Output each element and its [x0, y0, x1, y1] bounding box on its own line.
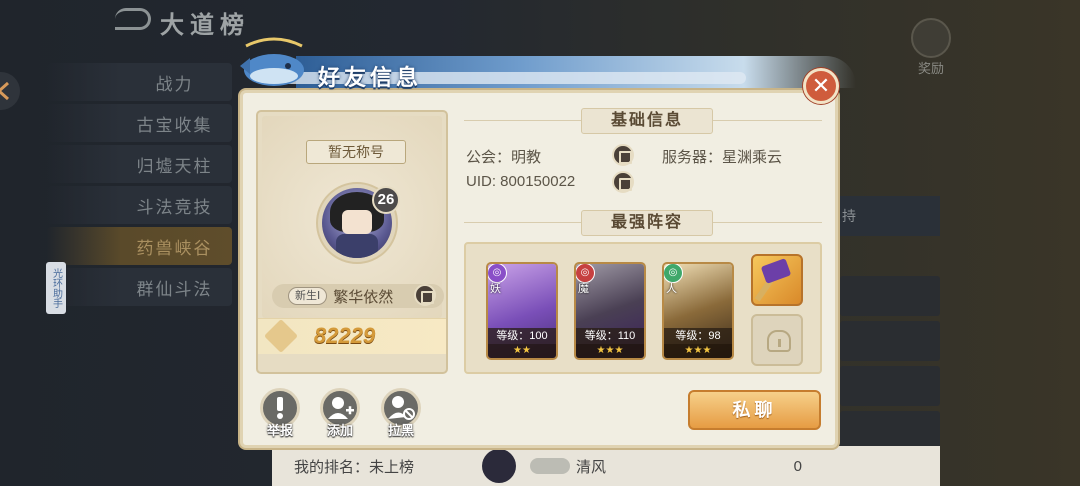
hero-race: 人 [666, 283, 677, 295]
guild-label: 公会：明教 [466, 149, 542, 166]
close-button[interactable]: ✕ [803, 68, 839, 104]
profile-card: 暂无称号 26 新生Ⅰ 繁华依然 82229 [256, 110, 448, 374]
player-name: 繁华依然 [333, 288, 394, 306]
hero-card[interactable]: ◎ 人 等级：98 ★★★ [662, 262, 734, 360]
leaderboard-logo-icon [115, 8, 151, 30]
lock-icon [767, 330, 791, 352]
hero-stars: ★★★ [664, 344, 732, 358]
add-friend-button[interactable]: 添加 [318, 388, 362, 438]
server-label: 服务器：星渊乘云 [662, 149, 783, 166]
tab-canyon[interactable]: 药兽峡谷 [47, 227, 232, 265]
leaderboard-title: 大道榜 [160, 10, 250, 39]
player-level-badge: 26 [372, 186, 400, 214]
tab-power[interactable]: 战力 [47, 63, 232, 101]
hero-race: 魔 [578, 283, 589, 295]
my-rank-tag [530, 458, 570, 474]
hero-stars: ★★★ [576, 344, 644, 358]
report-label: 举报 [266, 423, 293, 438]
lineup-title: 最强阵容 [581, 210, 713, 236]
chevron-left-icon [0, 81, 9, 101]
tab-pillar[interactable]: 归墟天柱 [47, 145, 232, 183]
right-column-label: 持 [840, 196, 940, 236]
my-player-name: 清风 [576, 458, 607, 476]
power-value: 82229 [314, 323, 376, 348]
tab-arena[interactable]: 斗法竞技 [47, 186, 232, 224]
tab-immortal-battle[interactable]: 群仙斗法 [47, 268, 232, 306]
ranking-row [840, 276, 940, 316]
hero-card[interactable]: ◎ 魔 等级：110 ★★★ [574, 262, 646, 360]
ranking-rows-background [840, 276, 940, 456]
dialog-title: 好友信息 [318, 65, 423, 91]
basic-info-title: 基础信息 [581, 108, 713, 134]
ranking-row [840, 411, 940, 451]
my-score: 0 [793, 457, 802, 475]
power-icon [264, 319, 298, 353]
artifact-slot[interactable] [751, 254, 803, 306]
hammer-icon [760, 258, 792, 284]
copy-guild-icon[interactable] [612, 144, 634, 166]
my-rank-bar: 我的排名：未上榜 清风 0 [272, 446, 940, 486]
hero-race: 妖 [490, 283, 501, 295]
block-label: 拉黑 [387, 423, 414, 438]
title-badge: 暂无称号 [306, 140, 406, 164]
uid-label: UID: 800150022 [466, 173, 576, 190]
helper-badge[interactable]: 光环助手 [46, 262, 66, 314]
tab-treasure[interactable]: 古宝收集 [47, 104, 232, 142]
ranking-row [840, 366, 940, 406]
copy-name-icon[interactable] [414, 284, 436, 306]
copy-uid-icon[interactable] [612, 171, 634, 193]
my-avatar [482, 449, 516, 483]
my-rank-text: 我的排名：未上榜 [294, 458, 415, 476]
reward-button[interactable]: 奖励 [906, 18, 956, 77]
power-row: 82229 [258, 318, 446, 354]
profile-background: 暂无称号 26 新生Ⅰ 繁华依然 [262, 116, 444, 318]
block-button[interactable]: 拉黑 [379, 388, 423, 438]
hero-level: 等级：110 [576, 328, 644, 344]
hero-stars: ★★ [488, 344, 556, 358]
gift-icon [911, 18, 951, 58]
dialog-banner: 好友信息 [236, 36, 856, 94]
add-friend-label: 添加 [326, 423, 353, 438]
whale-icon [240, 37, 304, 86]
locked-slot[interactable] [751, 314, 803, 366]
leaderboard-tabs: 战力 古宝收集 归墟天柱 斗法竞技 药兽峡谷 群仙斗法 [47, 63, 232, 309]
report-button[interactable]: 举报 [258, 388, 302, 438]
private-chat-button[interactable]: 私聊 [688, 390, 821, 430]
ranking-row [840, 321, 940, 361]
hero-level: 等级：100 [488, 328, 556, 344]
rank-tag: 新生Ⅰ [288, 287, 328, 305]
hero-card[interactable]: ◎ 妖 等级：100 ★★ [486, 262, 558, 360]
hero-level: 等级：98 [664, 328, 732, 344]
reward-label: 奖励 [917, 61, 944, 76]
